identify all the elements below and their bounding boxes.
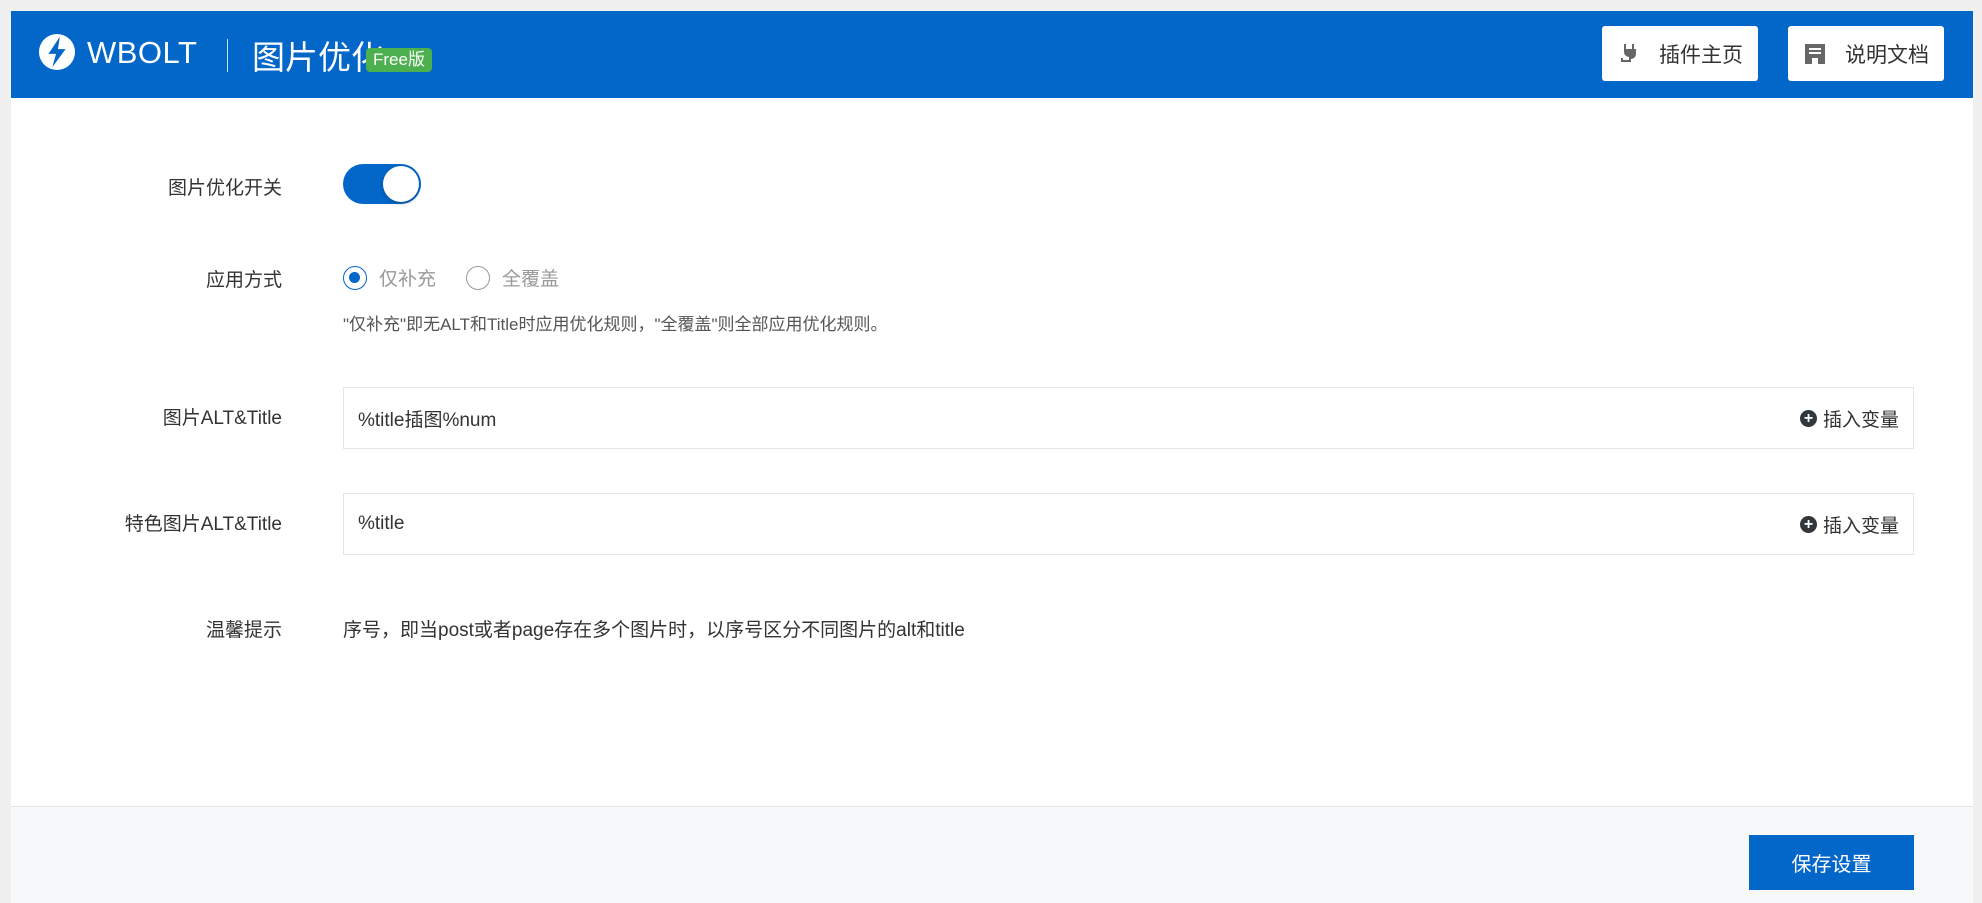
- plus-circle-icon: +: [1799, 409, 1817, 427]
- mode-label: 应用方式: [205, 270, 282, 291]
- radio-circle: [466, 265, 490, 290]
- mode-hint: "仅补充"即无ALT和Title时应用优化规则，"全覆盖"则全部应用优化规则。: [343, 315, 888, 334]
- plus-circle-icon: +: [1799, 515, 1817, 533]
- plugin-home-label: 插件主页: [1659, 43, 1743, 67]
- alt-title-input[interactable]: %title插图%num + 插入变量: [343, 387, 1914, 449]
- radio-supplement[interactable]: 仅补充: [343, 264, 436, 291]
- radio-label: 全覆盖: [502, 269, 560, 290]
- toggle-knob: [383, 166, 419, 202]
- footer-bar: 保存设置: [11, 806, 1973, 903]
- insert-variable-label: 插入变量: [1822, 515, 1899, 537]
- alt-title-value: %title插图%num: [358, 409, 497, 431]
- optimize-toggle[interactable]: [343, 164, 421, 204]
- radio-circle: [343, 265, 367, 290]
- docs-button[interactable]: 说明文档: [1788, 26, 1944, 81]
- bolt-logo-icon: [38, 33, 76, 71]
- document-icon: [1805, 43, 1825, 64]
- brand-name: WBOLT: [87, 35, 198, 70]
- tip-label: 温馨提示: [205, 620, 282, 641]
- settings-panel: WBOLT 图片优化 Free版 插件主页 说明文档 图片优化开关 应用方式 仅…: [11, 11, 1973, 903]
- insert-variable-label: 插入变量: [1822, 409, 1899, 431]
- featured-label: 特色图片ALT&Title: [124, 514, 282, 535]
- alt-label: 图片ALT&Title: [162, 408, 282, 429]
- featured-alt-title-input[interactable]: %title + 插入变量: [343, 493, 1914, 555]
- header: WBOLT 图片优化 Free版 插件主页 说明文档: [11, 11, 1973, 98]
- version-badge: Free版: [366, 48, 432, 72]
- header-divider: [227, 39, 228, 72]
- page-title: 图片优化: [252, 39, 384, 76]
- radio-override[interactable]: 全覆盖: [466, 264, 559, 291]
- plugin-home-button[interactable]: 插件主页: [1602, 26, 1758, 81]
- radio-label: 仅补充: [379, 269, 437, 290]
- switch-label: 图片优化开关: [167, 178, 282, 199]
- featured-alt-title-value: %title: [358, 513, 405, 534]
- insert-variable-button[interactable]: + 插入变量: [1799, 511, 1899, 538]
- save-settings-button[interactable]: 保存设置: [1749, 835, 1914, 890]
- tip-text: 序号，即当post或者page存在多个图片时，以序号区分不同图片的alt和tit…: [343, 620, 965, 641]
- plug-icon: [1621, 43, 1636, 62]
- insert-variable-button[interactable]: + 插入变量: [1799, 405, 1899, 432]
- docs-label: 说明文档: [1845, 43, 1929, 67]
